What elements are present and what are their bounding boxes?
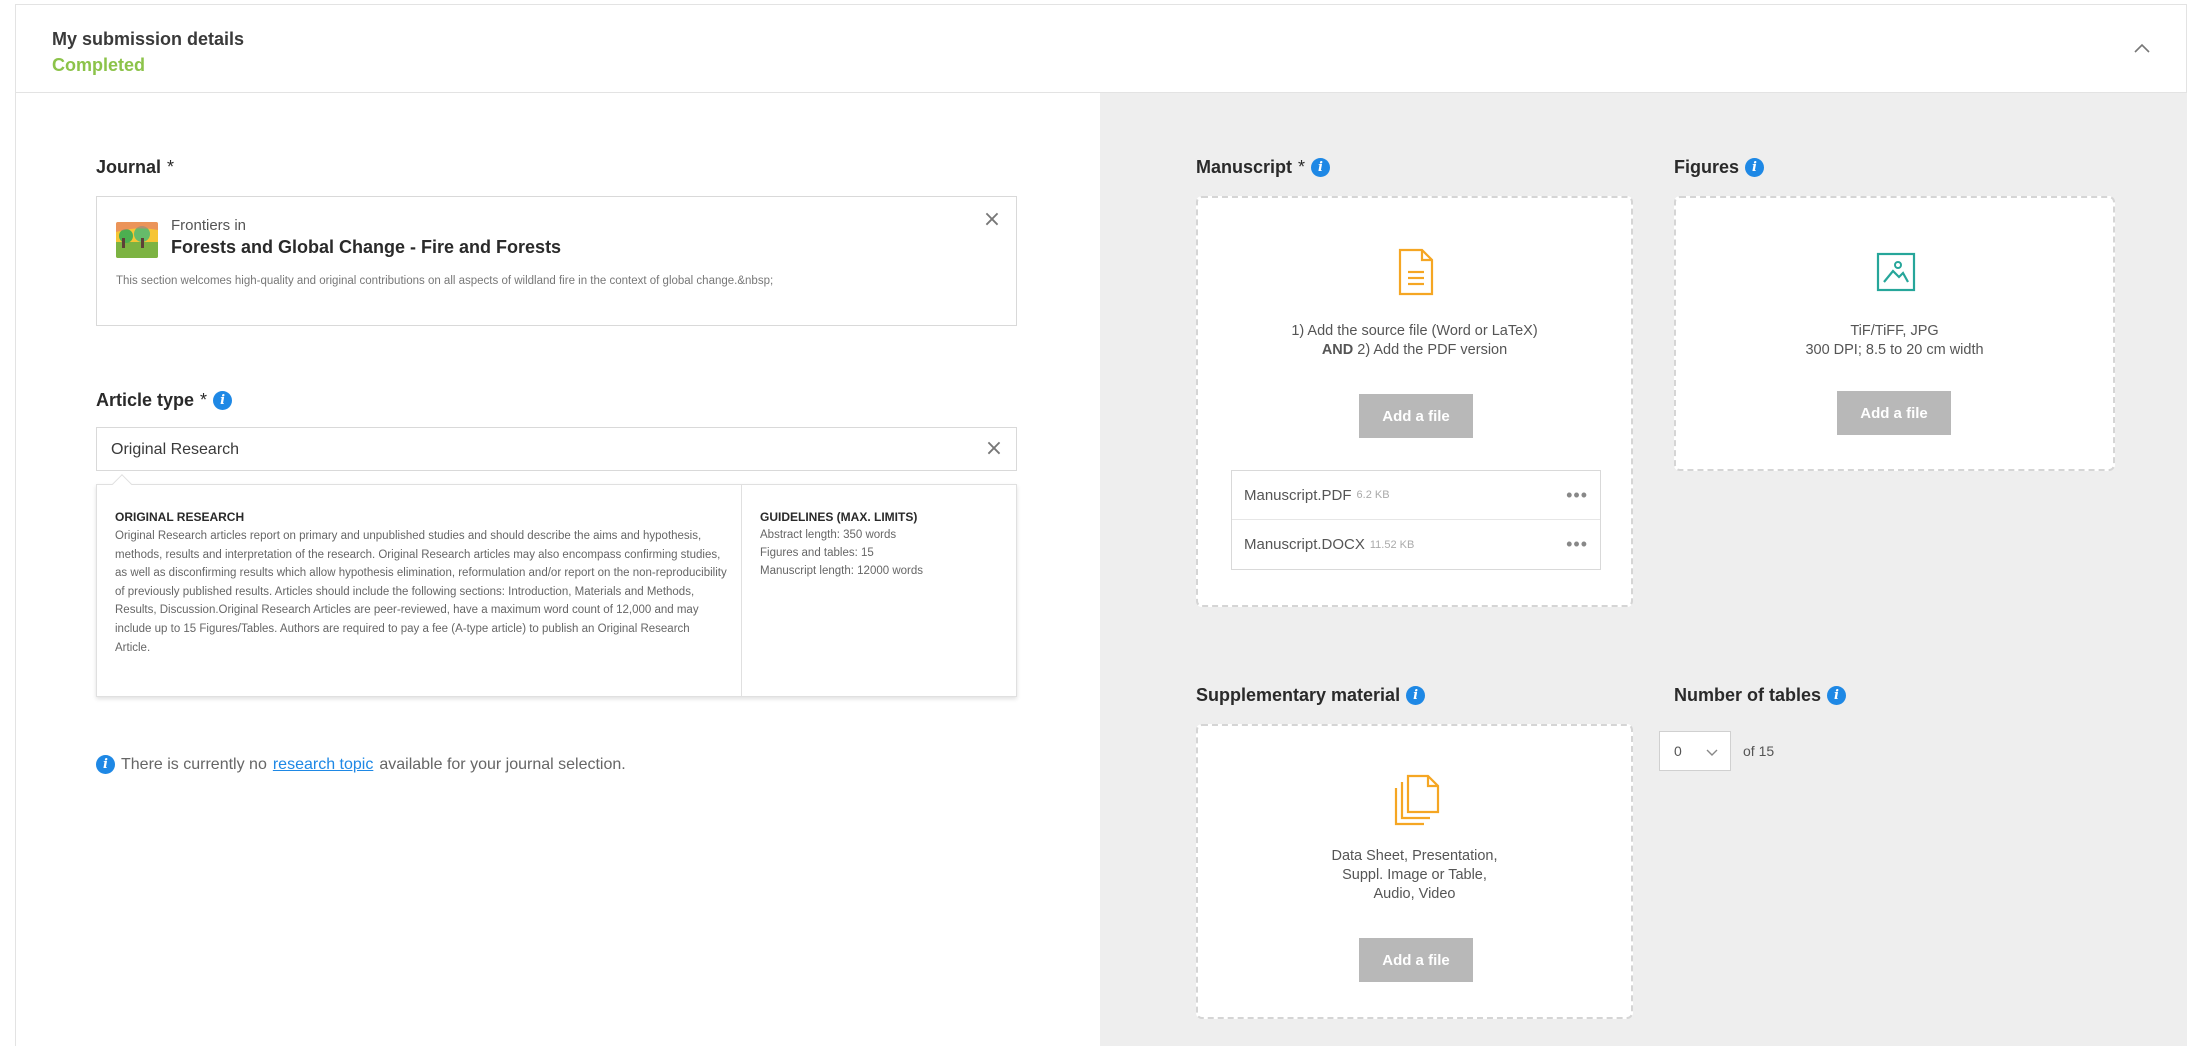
research-topic-link[interactable]: research topic (273, 756, 374, 774)
panel-header[interactable]: My submission details Completed (16, 5, 2186, 93)
supplementary-add-file-button[interactable]: Add a file (1359, 938, 1473, 982)
more-options-icon[interactable]: ••• (1566, 485, 1588, 506)
supplementary-label: Supplementary material i (1196, 685, 1426, 706)
journal-description: This section welcomes high-quality and o… (116, 275, 774, 287)
files-stack-icon (1394, 774, 1440, 831)
manuscript-add-file-button[interactable]: Add a file (1359, 394, 1473, 438)
info-icon[interactable]: i (1406, 686, 1426, 705)
right-column: Manuscript * i 1) Add the source file (Wo… (1100, 93, 2187, 1046)
journal-logo (116, 222, 158, 258)
file-row[interactable]: Manuscript.DOCX 11.52 KB ••• (1232, 520, 1600, 569)
guideline-length: Manuscript length: 12000 words (760, 565, 924, 577)
article-type-label: Article type * i (96, 390, 233, 411)
supplementary-text-2: Suppl. Image or Table, (1342, 867, 1487, 883)
supplementary-text-3: Audio, Video (1373, 886, 1456, 902)
panel-title: My submission details (52, 29, 245, 49)
figures-dropzone[interactable]: TiF/TiFF, JPG 300 DPI; 8.5 to 20 cm widt… (1674, 196, 2115, 471)
article-type-info-card: ORIGINAL RESEARCH Original Research arti… (96, 474, 1017, 697)
info-icon: i (96, 755, 115, 774)
info-icon[interactable]: i (1827, 686, 1847, 705)
close-icon[interactable]: × (984, 438, 1004, 460)
journal-label: Journal * (96, 157, 175, 177)
figures-format-text: TiF/TiFF, JPG (1850, 323, 1939, 339)
left-column: Journal * Frontiers in Forests and Global… (16, 93, 1099, 1046)
supplementary-dropzone[interactable]: Data Sheet, Presentation, Suppl. Image o… (1196, 724, 1633, 1019)
image-icon (1876, 252, 1916, 297)
figures-label: Figures i (1674, 157, 1765, 178)
tables-max-text: of 15 (1743, 743, 1775, 759)
document-icon (1398, 248, 1434, 301)
journal-name: Forests and Global Change - Fire and For… (171, 237, 562, 257)
info-icon[interactable]: i (213, 391, 233, 410)
guideline-figures: Figures and tables: 15 (760, 547, 874, 559)
file-row[interactable]: Manuscript.PDF 6.2 KB ••• (1232, 471, 1600, 520)
status-badge: Completed (52, 55, 146, 75)
figures-add-file-button[interactable]: Add a file (1837, 391, 1951, 435)
tables-label: Number of tables i (1674, 685, 1847, 706)
more-options-icon[interactable]: ••• (1566, 534, 1588, 555)
info-icon[interactable]: i (1311, 158, 1331, 177)
journal-selection[interactable]: Frontiers in Forests and Global Change -… (96, 196, 1017, 326)
research-topic-note: i There is currently no research topic a… (96, 755, 626, 774)
article-type-select[interactable]: Original Research × (96, 427, 1017, 471)
manuscript-file-list: Manuscript.PDF 6.2 KB ••• Manuscript.DOC… (1231, 470, 1601, 570)
manuscript-dropzone[interactable]: 1) Add the source file (Word or LaTeX) A… (1196, 196, 1633, 607)
submission-details-panel: My submission details Completed Journal * (15, 4, 2187, 1046)
journal-prefix: Frontiers in (171, 217, 247, 234)
manuscript-label: Manuscript * i (1196, 157, 1331, 178)
chevron-up-icon[interactable] (2126, 33, 2158, 65)
article-type-description: Original Research articles report on pri… (115, 530, 727, 654)
tables-count-select[interactable]: 0 (1659, 731, 1731, 771)
info-icon[interactable]: i (1745, 158, 1765, 177)
guideline-abstract: Abstract length: 350 words (760, 529, 897, 541)
chevron-down-icon (1704, 744, 1720, 765)
manuscript-instruction-2: AND 2) Add the PDF version (1321, 342, 1508, 358)
guidelines-title: GUIDELINES (MAX. LIMITS) (760, 510, 918, 524)
figures-resolution-text: 300 DPI; 8.5 to 20 cm width (1805, 342, 1984, 358)
article-type-value: Original Research (111, 441, 240, 458)
manuscript-instruction-1: 1) Add the source file (Word or LaTeX) (1291, 323, 1538, 339)
article-type-title: ORIGINAL RESEARCH (115, 510, 245, 524)
supplementary-text-1: Data Sheet, Presentation, (1331, 848, 1498, 864)
close-icon[interactable]: × (982, 209, 1002, 231)
